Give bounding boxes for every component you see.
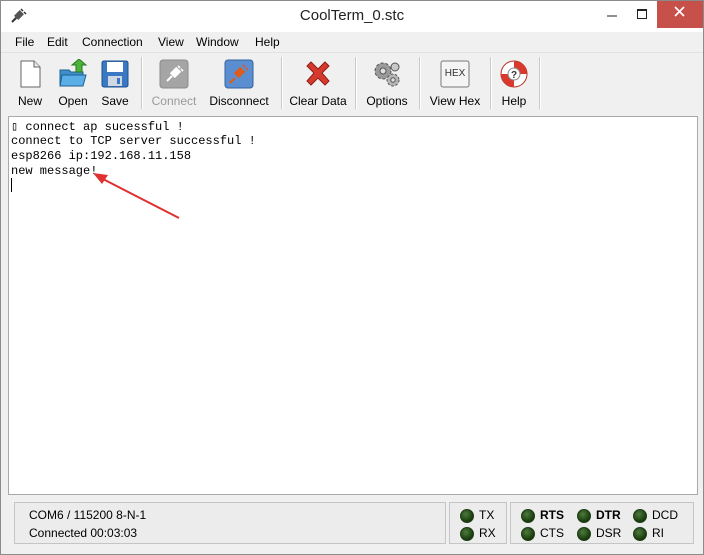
menu-help[interactable]: Help — [255, 35, 280, 49]
connect-button[interactable]: Connect — [147, 55, 201, 111]
new-label: New — [17, 94, 42, 108]
rx-label: RX — [479, 526, 496, 540]
connect-label: Connect — [151, 94, 197, 108]
dcd-label: DCD — [652, 508, 678, 522]
maximize-button[interactable] — [627, 1, 657, 28]
help-button[interactable]: ? Help — [495, 55, 533, 111]
hex-icon: HEX — [440, 59, 470, 89]
dsr-label: DSR — [596, 526, 622, 540]
minimize-button[interactable] — [597, 1, 627, 28]
help-label: Help — [501, 94, 527, 108]
view-hex-label: View Hex — [429, 94, 481, 108]
toolbar-separator — [141, 57, 143, 109]
floppy-disk-icon — [100, 59, 130, 89]
svg-text:?: ? — [511, 70, 517, 81]
menu-window[interactable]: Window — [196, 35, 239, 49]
view-hex-button[interactable]: HEX View Hex — [425, 55, 485, 111]
disconnect-label: Disconnect — [209, 94, 269, 108]
connection-status-box: COM6 / 115200 8-N-1 Connected 00:03:03 — [14, 502, 446, 544]
dtr-label: DTR — [596, 508, 621, 522]
cts-label: CTS — [540, 526, 564, 540]
clear-data-label: Clear Data — [289, 94, 347, 108]
plug-disconnect-icon — [224, 59, 254, 89]
rx-led — [460, 527, 474, 541]
toolbar-separator — [539, 57, 541, 109]
options-label: Options — [366, 94, 408, 108]
red-x-icon — [303, 59, 333, 89]
ri-led — [633, 527, 647, 541]
coolterm-window: CoolTerm_0.stc File Edit Connection View… — [0, 0, 704, 555]
open-folder-icon — [58, 58, 88, 89]
terminal-output[interactable]: ▯ connect ap sucessful ! connect to TCP … — [8, 116, 698, 495]
menu-edit[interactable]: Edit — [47, 35, 68, 49]
annotation-arrow — [93, 173, 180, 219]
open-button[interactable]: Open — [52, 55, 94, 111]
save-label: Save — [101, 94, 129, 108]
connection-time: Connected 00:03:03 — [29, 526, 138, 540]
save-button[interactable]: Save — [96, 55, 134, 111]
dcd-led — [633, 509, 647, 523]
port-settings: COM6 / 115200 8-N-1 — [29, 508, 147, 522]
tx-rx-indicators: TX RX — [449, 502, 507, 544]
toolbar: New Open Save Connect Disconnect Clear D… — [1, 53, 703, 114]
plug-connect-icon — [159, 59, 189, 89]
tx-label: TX — [479, 508, 495, 522]
new-document-icon — [15, 59, 45, 89]
menu-connection[interactable]: Connection — [82, 35, 143, 49]
clear-data-button[interactable]: Clear Data — [287, 55, 349, 111]
rts-led[interactable] — [521, 509, 535, 523]
toolbar-separator — [490, 57, 492, 109]
toolbar-separator — [355, 57, 357, 109]
dsr-led — [577, 527, 591, 541]
disconnect-button[interactable]: Disconnect — [206, 55, 272, 111]
ri-label: RI — [652, 526, 664, 540]
line-status-indicators: RTS CTS DTR DSR DCD RI — [510, 502, 694, 544]
toolbar-separator — [419, 57, 421, 109]
menu-view[interactable]: View — [158, 35, 184, 49]
status-bar: COM6 / 115200 8-N-1 Connected 00:03:03 T… — [8, 496, 696, 548]
menu-bar: File Edit Connection View Window Help — [1, 32, 703, 53]
title-bar: CoolTerm_0.stc — [1, 1, 703, 32]
lifebuoy-icon: ? — [499, 59, 529, 89]
rts-label: RTS — [540, 508, 564, 522]
open-label: Open — [58, 94, 88, 108]
toolbar-separator — [281, 57, 283, 109]
new-button[interactable]: New — [10, 55, 50, 111]
hex-icon-text: HEX — [444, 68, 466, 79]
close-button[interactable] — [657, 1, 703, 28]
tx-led — [460, 509, 474, 523]
cts-led — [521, 527, 535, 541]
gears-icon — [372, 59, 402, 89]
options-button[interactable]: Options — [361, 55, 413, 111]
menu-file[interactable]: File — [15, 35, 34, 49]
dtr-led[interactable] — [577, 509, 591, 523]
